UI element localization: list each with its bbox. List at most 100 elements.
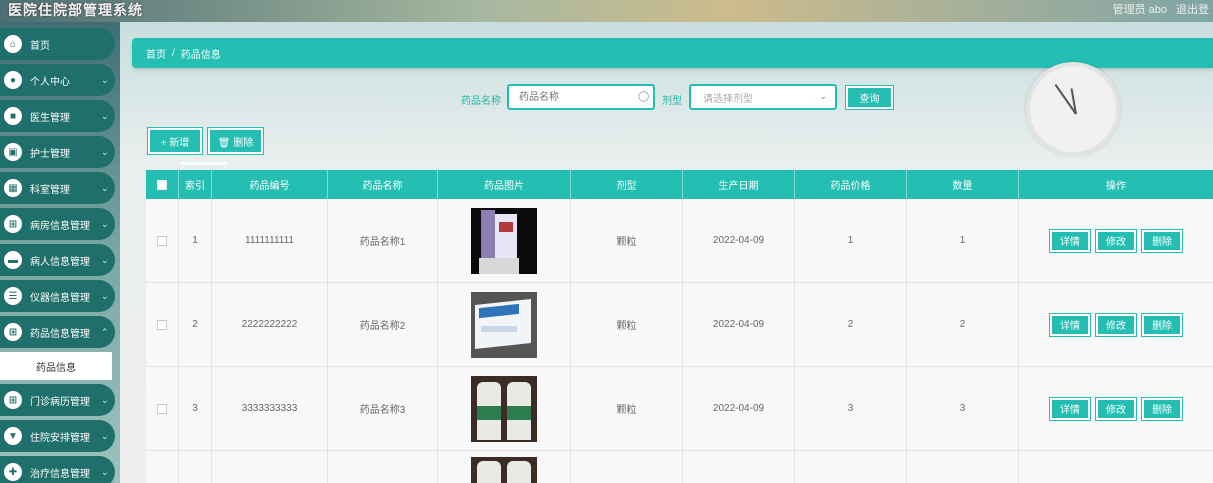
medicine-image [471,375,537,442]
sidebar-item-label: 首页 [30,40,50,52]
logout-link[interactable]: 退出登 [1176,1,1209,17]
medicine-name-input[interactable] [507,84,655,110]
sidebar-item-nurse[interactable]: ▣ 护士管理 ⌄ [0,136,115,168]
sidebar-item-arrange[interactable]: ▼ 住院安排管理 ⌄ [0,420,115,452]
cell-type: 颗粒 [571,283,683,366]
sidebar-item-label: 治疗信息管理 [30,468,90,480]
edit-button[interactable]: 修改 [1095,228,1137,253]
record-icon: ⊞ [4,391,22,409]
detail-button[interactable]: 详情 [1049,312,1091,337]
top-bar: 医院住院部管理系统 管理员 abo 退出登 [0,0,1213,22]
edit-button[interactable]: 修改 [1095,312,1137,337]
sidebar-item-label: 医生管理 [30,112,70,124]
chevron-down-icon: ⌄ [101,254,109,265]
add-button[interactable]: + 新增 [147,127,203,155]
chevron-down-icon: ⌄ [101,74,109,85]
cell-code: 3333333333 [212,367,328,450]
cell-date: 2022-04-09 [683,283,795,366]
column-header: 数量 [907,170,1019,199]
sidebar: ⌂ 首页 ● 个人中心 ⌄ ■ 医生管理 ⌄ ▣ 护士管理 ⌄ ▦ 科室管理 ⌄… [0,22,120,483]
chevron-down-icon: ⌄ [101,290,109,301]
sidebar-item-label: 住院安排管理 [30,432,90,444]
sidebar-item-ward[interactable]: ⊞ 病房信息管理 ⌄ [0,208,115,240]
sidebar-item-label: 病房信息管理 [30,220,90,232]
row-checkbox[interactable] [157,403,167,414]
sidebar-item-label: 药品信息管理 [30,328,90,340]
column-header: 药品名称 [328,170,438,199]
cell-actions: 详情 修改 删除 [1019,367,1213,450]
cell-index: 3 [179,367,212,450]
chevron-down-icon: ⌄ [101,182,109,193]
sidebar-item-home[interactable]: ⌂ 首页 [0,28,115,60]
cell-qty: 2 [907,283,1019,366]
row-checkbox[interactable] [157,235,167,246]
chevron-down-icon: ⌄ [101,110,109,121]
column-header: 索引 [179,170,212,199]
column-header: 剂型 [571,170,683,199]
doctor-icon: ■ [4,107,22,125]
app-title: 医院住院部管理系统 [8,2,143,18]
breadcrumb-current: 药品信息 [180,49,221,61]
sidebar-item-outpatient[interactable]: ⊞ 门诊病历管理 ⌄ [0,384,115,416]
cell-qty: 3 [907,367,1019,450]
arrange-icon: ▼ [4,427,22,445]
sidebar-item-patient[interactable]: ▬ 病人信息管理 ⌄ [0,244,115,276]
sidebar-item-treatment[interactable]: ✚ 治疗信息管理 ⌄ [0,456,115,483]
medicine-image [471,457,537,483]
cell-date: 2022-04-09 [683,367,795,450]
breadcrumb: 首页 / 药品信息 [132,38,1213,68]
cell-qty: 1 [907,199,1019,282]
delete-button[interactable]: 删除 [1141,228,1183,253]
cell-date: 2022-04-09 [683,199,795,282]
type-select-placeholder: 请选择剂型 [703,93,753,105]
medicine-image [471,207,537,274]
cell-index: 2 [179,283,212,366]
edit-button[interactable]: 修改 [1095,396,1137,421]
cell-actions: 详情 修改 删除 [1019,283,1213,366]
instrument-icon: ☰ [4,287,22,305]
chevron-down-icon: ⌄ [101,466,109,477]
sidebar-subitem-medicine-info[interactable]: 药品信息 [0,352,112,380]
cell-type: 颗粒 [571,199,683,282]
sidebar-item-label: 护士管理 [30,148,70,160]
batch-delete-button[interactable]: 🗑 删除 [207,127,264,155]
sidebar-item-label: 科室管理 [30,184,70,196]
column-header: 操作 [1106,181,1126,192]
sidebar-item-label: 病人信息管理 [30,256,90,268]
nurse-icon: ▣ [4,143,22,161]
medicine-icon: ⊞ [4,323,22,341]
sidebar-item-doctor[interactable]: ■ 医生管理 ⌄ [0,100,115,132]
clear-icon[interactable]: ◯ [638,91,649,102]
chevron-down-icon: ⌄ [101,430,109,441]
column-header: 药品价格 [795,170,907,199]
breadcrumb-home[interactable]: 首页 [146,46,166,61]
type-select[interactable]: 请选择剂型 ⌄ [689,84,837,110]
sidebar-item-department[interactable]: ▦ 科室管理 ⌄ [0,172,115,204]
clock-icon [1026,62,1120,156]
sidebar-item-label: 仪器信息管理 [30,292,90,304]
table-row: 1 1111111111 药品名称1 颗粒 2022-04-09 1 1 详情 … [146,199,1213,283]
sidebar-item-instrument[interactable]: ☰ 仪器信息管理 ⌄ [0,280,115,312]
home-icon: ⌂ [4,35,22,53]
cell-index: 1 [179,199,212,282]
delete-button[interactable]: 删除 [1141,312,1183,337]
cell-name: 药品名称1 [328,199,438,282]
row-checkbox[interactable] [157,319,167,330]
medicine-table: 索引 药品编号 药品名称 药品图片 剂型 生产日期 药品价格 数量 操作 1 1… [146,170,1213,483]
detail-button[interactable]: 详情 [1049,396,1091,421]
sidebar-item-medicine[interactable]: ⊞ 药品信息管理 ⌃ [0,316,115,348]
cell-price: 3 [795,367,907,450]
name-filter-label: 药品名称 [461,96,501,107]
chevron-down-icon: ⌄ [101,394,109,405]
cell-name: 药品名称2 [328,283,438,366]
table-row: 3 3333333333 药品名称3 颗粒 2022-04-09 3 3 详情 … [146,367,1213,451]
patient-icon: ▬ [4,251,22,269]
chevron-down-icon: ⌄ [101,218,109,229]
header-select-all[interactable] [146,170,179,199]
cell-code: 1111111111 [212,199,328,282]
checkbox[interactable] [157,179,167,190]
detail-button[interactable]: 详情 [1049,228,1091,253]
sidebar-item-personal[interactable]: ● 个人中心 ⌄ [0,64,115,96]
delete-button[interactable]: 删除 [1141,396,1183,421]
query-button[interactable]: 查询 [845,85,894,110]
